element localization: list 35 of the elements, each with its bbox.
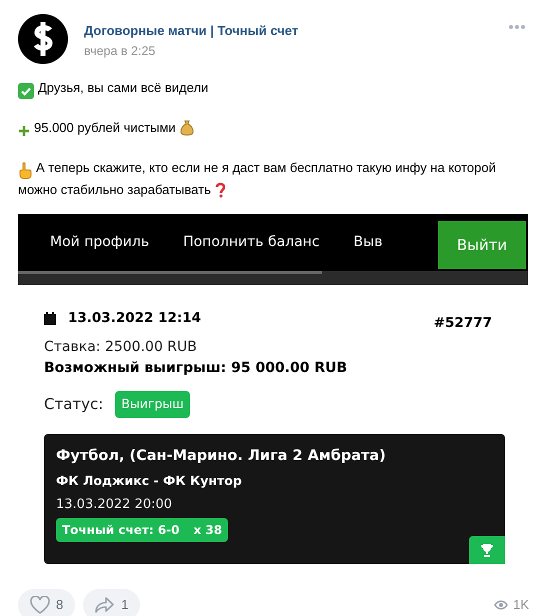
post-text: Друзья, вы сами всё видели bbox=[38, 79, 208, 97]
calendar-icon bbox=[44, 312, 56, 325]
teams-text: ФК Лоджикс - ФК Кунтор bbox=[56, 472, 243, 490]
trophy-icon bbox=[480, 543, 494, 557]
post-text: можно стабильно зарабатывать bbox=[18, 181, 211, 199]
author-link[interactable]: Договорные матчи | Точный счет bbox=[84, 21, 509, 40]
post-text: 95.000 рублей чистыми bbox=[34, 119, 176, 137]
dollar-logo-icon bbox=[18, 14, 68, 64]
bet-date: 13.03.2022 12:14 bbox=[68, 309, 202, 328]
view-count: 1K bbox=[513, 596, 529, 614]
question-mark-icon bbox=[214, 182, 225, 198]
pick-badge: Точный счет: 6-0 x 38 bbox=[56, 518, 228, 542]
more-icon[interactable] bbox=[509, 25, 525, 29]
logout-button[interactable]: Выйти bbox=[438, 221, 526, 269]
stake-text: Ставка: 2500.00 RUB bbox=[44, 338, 198, 358]
status-badge: Выигрыш bbox=[115, 391, 190, 418]
check-mark-icon bbox=[18, 82, 34, 99]
like-button[interactable]: 8 bbox=[18, 589, 76, 616]
nav-link[interactable]: Выв bbox=[354, 232, 382, 253]
status-label: Статус: bbox=[44, 394, 104, 416]
league-title: Футбол, (Сан-Марино. Лига 2 Амбрата) bbox=[56, 447, 387, 466]
money-bag-icon bbox=[180, 120, 194, 136]
nav-link[interactable]: Пополнить баланс bbox=[183, 232, 320, 253]
share-button[interactable]: 1 bbox=[83, 589, 140, 616]
pointing-finger-icon bbox=[18, 162, 32, 180]
bet-number: #52777 bbox=[434, 314, 492, 333]
share-arrow-icon bbox=[95, 596, 116, 614]
plus-icon bbox=[18, 124, 30, 137]
match-datetime: 13.03.2022 20:00 bbox=[56, 496, 174, 514]
payout-text: Возможный выигрыш: 95 000.00 RUB bbox=[44, 359, 348, 378]
post-time: вчера в 2:25 bbox=[84, 42, 156, 60]
eye-icon bbox=[494, 600, 508, 610]
heart-icon bbox=[30, 596, 50, 614]
post-text: А теперь скажите, кто если не я даст вам бесплатно такую инфу на которой bbox=[36, 159, 496, 177]
nav-link[interactable]: Мой профиль bbox=[50, 232, 150, 253]
